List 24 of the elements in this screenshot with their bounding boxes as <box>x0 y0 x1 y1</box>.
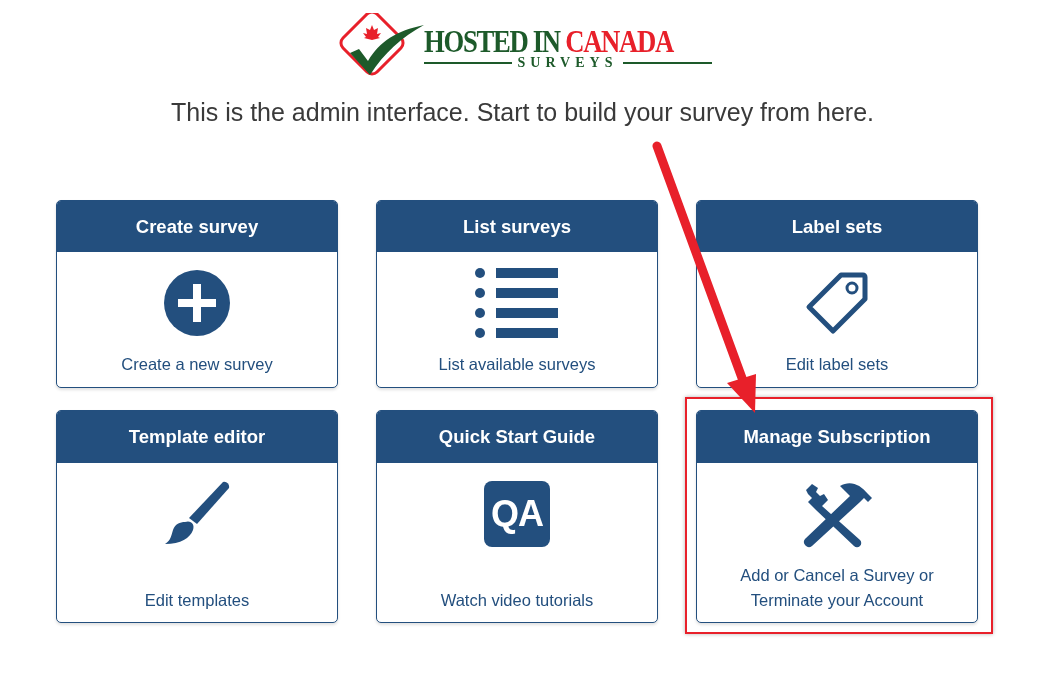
card-description: List available surveys <box>438 354 596 376</box>
menu-card[interactable]: Label sets Edit label sets <box>696 199 978 388</box>
qa-icon: QA <box>484 480 550 547</box>
list-icon <box>474 267 560 340</box>
card-description: Watch video tutorials <box>440 589 594 611</box>
card-title: Manage Subscription <box>697 411 977 463</box>
menu-card[interactable]: Quick Start Guide QA Watch video tutorials <box>376 410 658 624</box>
plus-circle-icon <box>163 269 231 338</box>
menu-card[interactable]: Template editor Edit templates <box>56 410 338 624</box>
card-title: List surveys <box>377 200 657 253</box>
card-description: Edit label sets <box>785 354 889 376</box>
card-description: Edit templates <box>144 589 250 611</box>
card-title: Create survey <box>57 200 337 253</box>
card-title: Template editor <box>57 411 337 463</box>
card-title: Label sets <box>697 200 977 253</box>
menu-card[interactable]: List surveys List available surveys <box>376 199 658 388</box>
tagline: This is the admin interface. Start to build your survey from here. <box>170 98 875 126</box>
logo-subtitle: SURVEYS <box>517 56 618 70</box>
card-description: Add or Cancel a Survey or Terminate your Account <box>739 564 935 611</box>
card-title: Quick Start Guide <box>377 411 657 463</box>
tag-icon <box>805 271 869 336</box>
menu-card[interactable]: Manage Subscription Add or Cancel a Survey or Terminate your Account <box>696 410 978 624</box>
card-description: Create a new survey <box>121 354 273 376</box>
menu-card[interactable]: Create survey Create a new survey <box>56 199 338 388</box>
